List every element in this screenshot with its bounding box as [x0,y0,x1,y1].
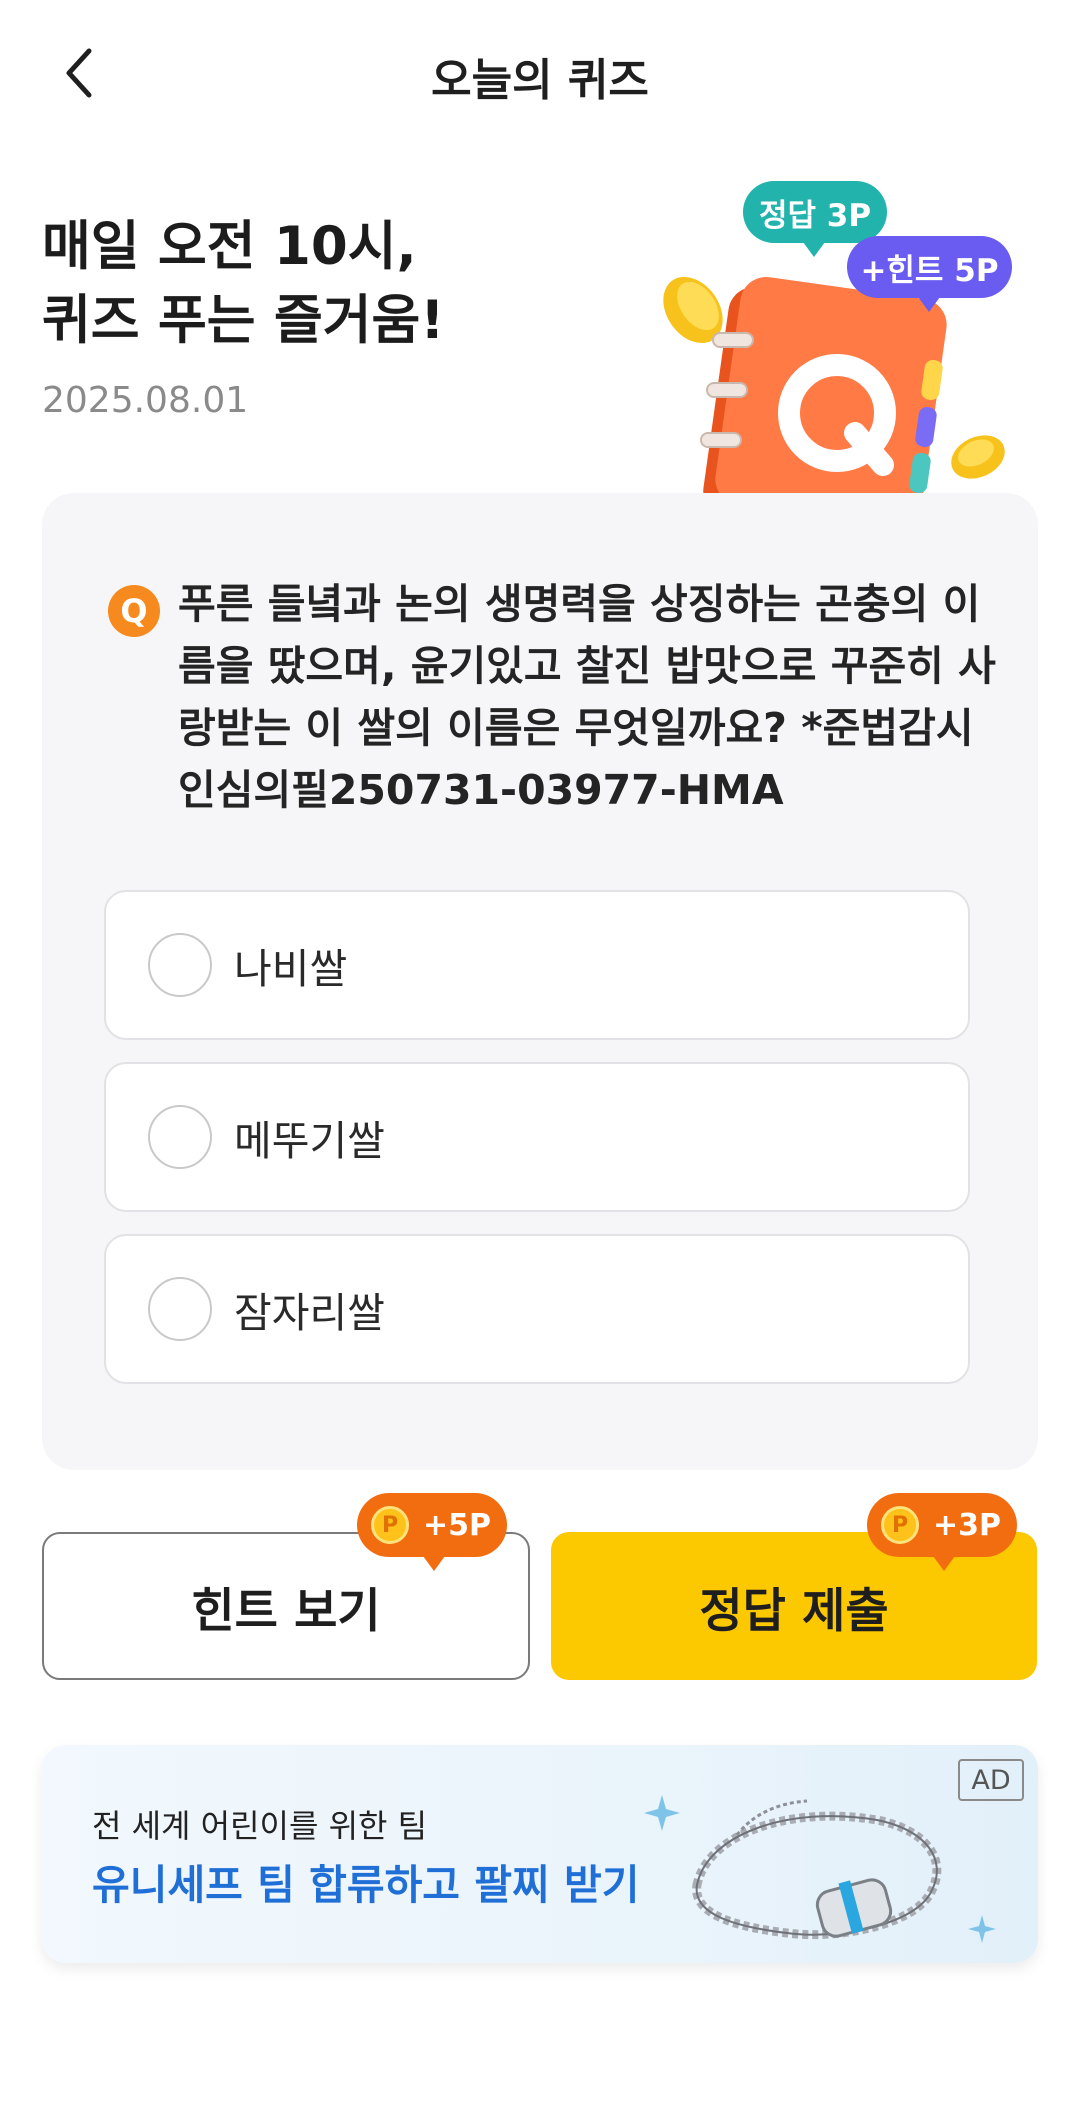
answer-option[interactable]: 메뚜기쌀 [104,1062,970,1212]
point-coin-icon: P [371,1506,409,1544]
submit-reward-label: +3P [933,1507,1001,1543]
question-line: 랑받는 이 쌀의 이름은 무엇일까요? *준법감시 [178,704,974,752]
point-coin-icon: P [881,1506,919,1544]
ad-banner[interactable]: 전 세계 어린이를 위한 팀 유니세프 팀 합류하고 팔찌 받기 AD [42,1745,1038,1963]
hint-reward-label: +5P [423,1507,491,1543]
bracelet-image [644,1795,996,1943]
answer-points-bubble: 정답 3P [743,181,887,257]
hint-points-bubble: +힌트 5P [847,236,1012,312]
answer-option-label: 잠자리쌀 [234,1289,385,1337]
question-badge-icon: Q [108,585,160,637]
quiz-page: 오늘의 퀴즈 매일 오전 10시, 퀴즈 푸는 즐거움! 2025.08.01 [0,0,1080,2124]
quiz-date: 2025.08.01 [42,380,249,421]
answer-options: 나비쌀 메뚜기쌀 잠자리쌀 [104,890,970,1406]
answer-option[interactable]: 나비쌀 [104,890,970,1040]
question-line: 푸른 들녘과 논의 생명력을 상징하는 곤충의 이 [178,580,981,628]
radio-button[interactable] [148,933,212,997]
hero-title-line: 퀴즈 푸는 즐거움! [42,290,445,351]
hero-title: 매일 오전 10시, 퀴즈 푸는 즐거움! [42,210,444,358]
ad-subtitle: 전 세계 어린이를 위한 팀 [92,1807,428,1845]
ad-badge: AD [958,1759,1024,1801]
answer-option-label: 나비쌀 [234,945,348,993]
hero-title-line: 매일 오전 10시, [42,216,417,277]
radio-button[interactable] [148,1277,212,1341]
submit-reward-badge: P +3P [867,1493,1017,1571]
page-title: 오늘의 퀴즈 [431,55,649,106]
quiz-card: Q 푸른 들녘과 논의 생명력을 상징하는 곤충의 이 름을 땄으며, 윤기있고… [42,493,1038,1470]
question-text: 푸른 들녘과 논의 생명력을 상징하는 곤충의 이 름을 땄으며, 윤기있고 찰… [178,573,996,821]
ad-headline: 유니세프 팀 합류하고 팔찌 받기 [92,1861,640,1909]
question-line: 름을 땄으며, 윤기있고 찰진 밥맛으로 꾸준히 사 [178,642,996,690]
answer-option[interactable]: 잠자리쌀 [104,1234,970,1384]
hint-reward-badge: P +5P [357,1493,507,1571]
question-line: 인심의필250731-03977-HMA [178,766,784,814]
answer-option-label: 메뚜기쌀 [234,1117,385,1165]
quiz-notebook-illustration: 정답 3P +힌트 5P [655,175,1012,545]
header: 오늘의 퀴즈 [0,0,1080,150]
radio-button[interactable] [148,1105,212,1169]
